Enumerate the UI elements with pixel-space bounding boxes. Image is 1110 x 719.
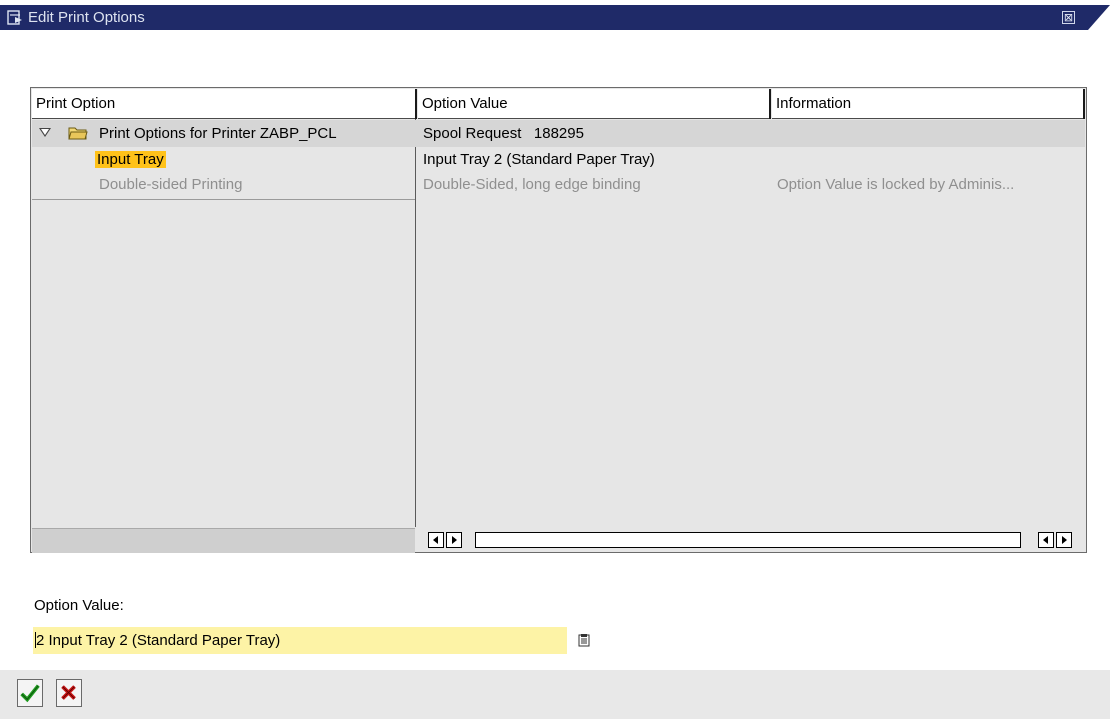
column-header-information[interactable]: Information: [772, 89, 1085, 119]
scroll-left-button[interactable]: [1038, 532, 1054, 548]
edit-document-icon: [7, 10, 22, 25]
tree-row-option: Input Tray: [95, 147, 166, 172]
close-icon: ⊠: [1063, 12, 1074, 24]
scroll-right-button[interactable]: [446, 532, 462, 548]
cancel-button[interactable]: [56, 679, 82, 707]
collapse-triangle-icon[interactable]: [39, 128, 51, 137]
button-bar: [0, 670, 1110, 719]
folder-open-icon: [68, 127, 88, 140]
tree-row-option: Print Options for Printer ZABP_PCL: [99, 125, 337, 142]
column-header-print-option[interactable]: Print Option: [32, 89, 415, 119]
print-options-tree: Print Option Option Value Information Pr…: [30, 87, 1087, 553]
tree-row-root[interactable]: Print Options for Printer ZABP_PCL Spool…: [32, 120, 1085, 147]
row-separator: [32, 199, 415, 200]
scroll-left-button[interactable]: [428, 532, 444, 548]
column-separator[interactable]: [415, 89, 417, 119]
horizontal-scrollbar-track[interactable]: [475, 532, 1021, 548]
arrow-left-icon: [433, 536, 438, 544]
tree-row-input-tray[interactable]: Input Tray Input Tray 2 (Standard Paper …: [32, 147, 1085, 172]
left-scroll-area: [32, 528, 415, 553]
column-separator[interactable]: [769, 89, 771, 119]
option-value-label: Option Value:: [34, 597, 124, 614]
column-header-option-value[interactable]: Option Value: [418, 89, 769, 119]
tree-row-info: Option Value is locked by Adminis...: [777, 176, 1015, 193]
arrow-right-icon: [452, 536, 457, 544]
tree-row-value[interactable]: Input Tray 2 (Standard Paper Tray): [423, 147, 763, 172]
arrow-right-icon: [1062, 536, 1067, 544]
column-separator[interactable]: [1083, 89, 1085, 119]
tree-row-double-sided[interactable]: Double-sided Printing Double-Sided, long…: [32, 172, 1085, 197]
title-bar: Edit Print Options ⊠: [0, 0, 1110, 34]
close-button[interactable]: ⊠: [1062, 11, 1075, 24]
title-bar-fill: [0, 5, 1110, 30]
scroll-right-button[interactable]: [1056, 532, 1072, 548]
option-value-field[interactable]: 2 Input Tray 2 (Standard Paper Tray): [33, 627, 590, 654]
window-title: Edit Print Options: [28, 9, 145, 26]
tree-row-option: Double-sided Printing: [99, 176, 243, 193]
arrow-left-icon: [1043, 536, 1048, 544]
checkmark-icon: [20, 684, 40, 703]
confirm-button[interactable]: [17, 679, 43, 707]
value-help-icon[interactable]: [578, 634, 590, 647]
cancel-x-icon: [61, 685, 76, 700]
tree-row-value: Spool Request 188295: [423, 125, 584, 142]
option-value-text: Input Tray 2 (Standard Paper Tray): [44, 632, 281, 649]
tree-row-value: Double-Sided, long edge binding: [423, 176, 641, 193]
selected-option-label[interactable]: Input Tray: [95, 151, 166, 168]
